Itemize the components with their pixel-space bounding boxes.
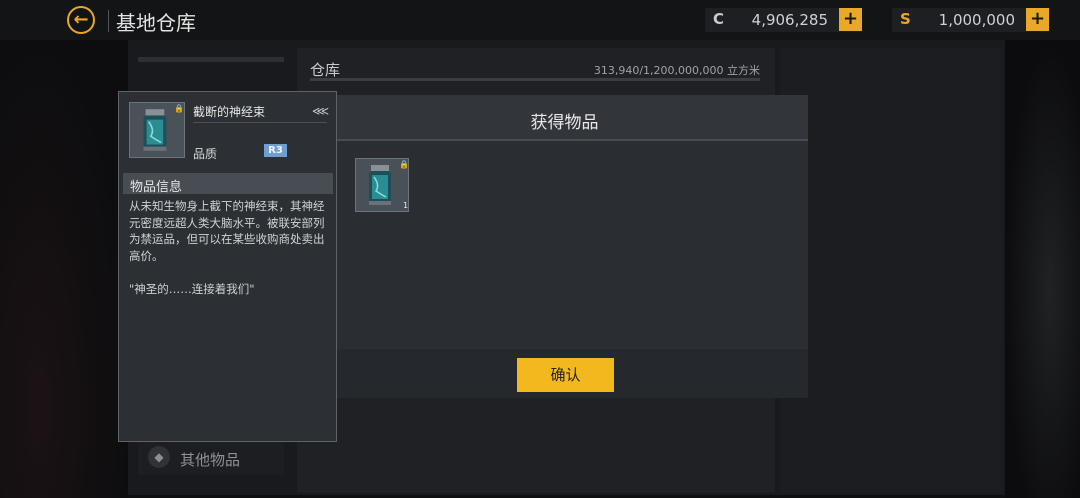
background-scene-right	[1005, 40, 1080, 498]
item-icon-frame: 🔒	[129, 102, 185, 158]
dialog-header: 获得物品	[321, 95, 808, 141]
game-screen: ← 基地仓库 C 4,906,285 + S 1,000,000 + 仓库 31…	[0, 0, 1080, 498]
item-description: 从未知生物身上截下的神经束，其神经元密度远超人类大脑水平。被联安部列为禁运品，但…	[129, 199, 325, 263]
obtained-item-slot[interactable]: 🔒 1	[355, 158, 409, 212]
confirm-button[interactable]: 确认	[517, 358, 614, 392]
page-title: 基地仓库	[116, 11, 196, 35]
currency-c-value: 4,906,285	[751, 11, 828, 29]
item-info-section-header: 物品信息	[123, 173, 333, 195]
currency-s-icon: S	[900, 10, 911, 28]
detail-area	[780, 48, 1002, 493]
quality-label: 品质	[193, 147, 218, 161]
share-icon[interactable]: ⋘	[312, 104, 329, 118]
item-info-section-title: 物品信息	[130, 180, 183, 195]
nav-item-other-label: 其他物品	[180, 451, 241, 469]
nav-divider	[138, 57, 284, 62]
currency-c-icon: C	[713, 10, 725, 28]
currency-c: C 4,906,285 +	[705, 8, 862, 32]
back-button[interactable]: ←	[67, 6, 95, 34]
top-bar: ← 基地仓库 C 4,906,285 + S 1,000,000 +	[0, 0, 1080, 40]
warehouse-label: 仓库	[310, 61, 341, 79]
quality-badge: R3	[264, 144, 287, 157]
currency-s: S 1,000,000 +	[892, 8, 1049, 32]
lock-icon: 🔒	[399, 160, 409, 169]
currency-s-value: 1,000,000	[938, 11, 1015, 29]
item-name: 截断的神经束	[193, 105, 266, 119]
warehouse-capacity: 313,940/1,200,000,000 立方米	[593, 64, 760, 77]
item-flavor-quote: "神圣的……连接着我们"	[129, 282, 255, 296]
nav-item-other[interactable]: ◆ 其他物品	[138, 440, 284, 475]
box-icon: ◆	[148, 446, 170, 468]
add-currency-c-button[interactable]: +	[839, 8, 862, 31]
obtained-items-dialog: 获得物品 🔒 1 确认	[321, 95, 808, 398]
capacity-bar	[310, 78, 760, 81]
add-currency-s-button[interactable]: +	[1026, 8, 1049, 31]
arrow-left-icon: ←	[73, 9, 89, 30]
item-info-tooltip: 🔒 截断的神经束 ⋘ 品质 R3 物品信息 从未知生物身上截下的神经束，其神经元…	[118, 91, 337, 442]
name-divider	[193, 122, 327, 123]
background-scene-left	[0, 40, 128, 498]
title-divider	[108, 10, 109, 32]
dialog-title: 获得物品	[530, 113, 599, 133]
lock-icon: 🔒	[174, 104, 184, 113]
item-count: 1	[403, 201, 409, 210]
